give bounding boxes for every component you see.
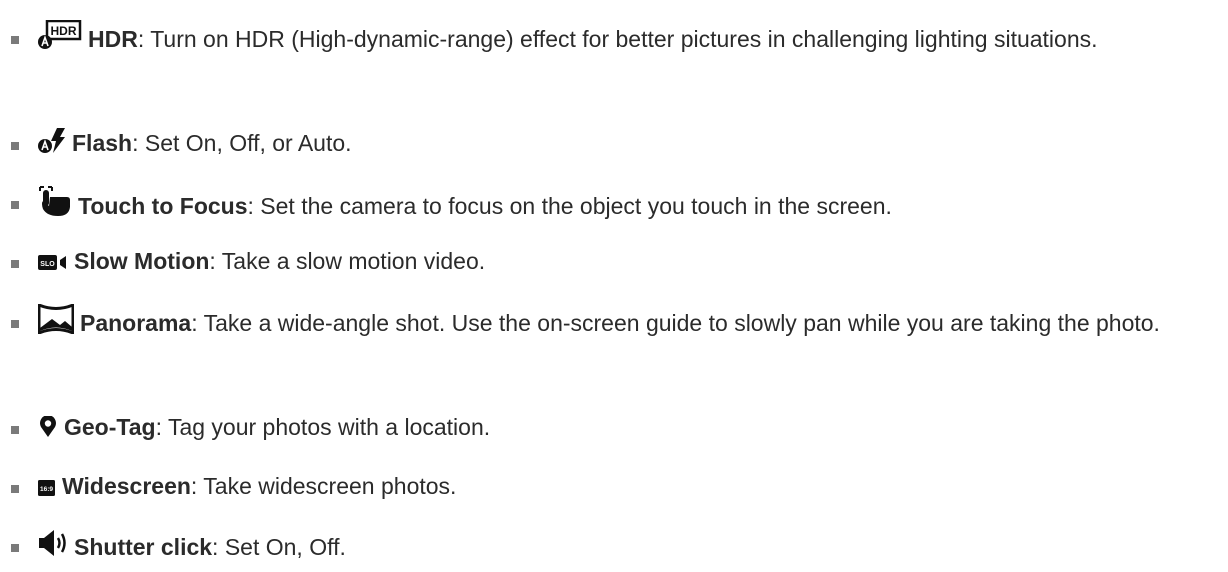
item-content: Flash: Set On, Off, or Auto. bbox=[38, 126, 1218, 160]
bullet bbox=[11, 142, 19, 150]
list-item-hdr: HDR HDR: Turn on HDR (High-dynamic-range… bbox=[8, 20, 1218, 56]
item-term: Widescreen bbox=[62, 473, 191, 499]
item-content: Shutter click: Set On, Off. bbox=[38, 528, 1218, 564]
item-separator: : bbox=[191, 310, 204, 336]
bullet bbox=[11, 201, 19, 209]
item-description: Set the camera to focus on the object yo… bbox=[260, 193, 892, 219]
hdr-icon-label: HDR bbox=[51, 24, 77, 38]
item-term: Shutter click bbox=[74, 534, 213, 560]
slow-motion-icon-label: SLO bbox=[40, 261, 55, 268]
item-term: HDR bbox=[88, 26, 138, 52]
touch-focus-icon bbox=[38, 185, 72, 217]
item-content: 16:9 Widescreen: Take widescreen photos. bbox=[38, 469, 1218, 503]
slow-motion-icon: SLO bbox=[38, 254, 68, 272]
item-term: Slow Motion bbox=[74, 248, 210, 274]
item-content: Touch to Focus: Set the camera to focus … bbox=[38, 185, 1218, 223]
widescreen-icon: 16:9 bbox=[38, 479, 56, 497]
item-term: Flash bbox=[72, 130, 133, 156]
item-separator: : bbox=[190, 473, 204, 499]
item-separator: : bbox=[247, 193, 261, 219]
bullet bbox=[11, 544, 19, 552]
item-description: Set On, Off, or Auto. bbox=[144, 130, 352, 156]
item-separator: : bbox=[137, 26, 151, 52]
list-item-flash: Flash: Set On, Off, or Auto. bbox=[8, 126, 1218, 160]
item-content: SLO Slow Motion: Take a slow motion vide… bbox=[38, 244, 1218, 278]
item-description: Take a wide-angle shot. Use the on-scree… bbox=[203, 310, 1160, 336]
item-separator: : bbox=[212, 534, 225, 560]
item-description: Take widescreen photos. bbox=[203, 473, 457, 499]
item-description: Tag your photos with a location. bbox=[167, 414, 491, 440]
list-item-geo-tag: Geo-Tag: Tag your photos with a location… bbox=[8, 410, 1218, 444]
bullet bbox=[11, 485, 19, 493]
item-description: Take a slow motion video. bbox=[221, 248, 486, 274]
item-content: Geo-Tag: Tag your photos with a location… bbox=[38, 410, 1218, 444]
item-content: HDR HDR: Turn on HDR (High-dynamic-range… bbox=[38, 20, 1218, 56]
list-item-touch-to-focus: Touch to Focus: Set the camera to focus … bbox=[8, 185, 1218, 223]
bullet bbox=[11, 260, 19, 268]
item-description: Set On, Off. bbox=[224, 534, 346, 560]
flash-auto-icon bbox=[38, 128, 66, 154]
list-item-slow-motion: SLO Slow Motion: Take a slow motion vide… bbox=[8, 244, 1218, 278]
bullet bbox=[11, 36, 19, 44]
item-separator: : bbox=[209, 248, 222, 274]
list-item-widescreen: 16:9 Widescreen: Take widescreen photos. bbox=[8, 469, 1218, 503]
item-term: Touch to Focus bbox=[78, 193, 248, 219]
bullet bbox=[11, 426, 19, 434]
item-separator: : bbox=[132, 130, 145, 156]
item-term: Geo-Tag bbox=[64, 414, 156, 440]
item-content: Panorama: Take a wide-angle shot. Use th… bbox=[38, 304, 1218, 340]
panorama-icon bbox=[38, 304, 74, 334]
bullet bbox=[11, 320, 19, 328]
geo-tag-icon bbox=[38, 416, 58, 438]
list-item-panorama: Panorama: Take a wide-angle shot. Use th… bbox=[8, 304, 1218, 340]
speaker-icon bbox=[38, 528, 68, 558]
widescreen-icon-label: 16:9 bbox=[40, 486, 53, 493]
item-description: Turn on HDR (High-dynamic-range) effect … bbox=[150, 26, 1098, 52]
hdr-icon: HDR bbox=[38, 20, 82, 50]
list-item-shutter-click: Shutter click: Set On, Off. bbox=[8, 528, 1218, 564]
item-term: Panorama bbox=[80, 310, 192, 336]
settings-list: HDR HDR: Turn on HDR (High-dynamic-range… bbox=[0, 0, 1228, 572]
item-separator: : bbox=[155, 414, 168, 440]
